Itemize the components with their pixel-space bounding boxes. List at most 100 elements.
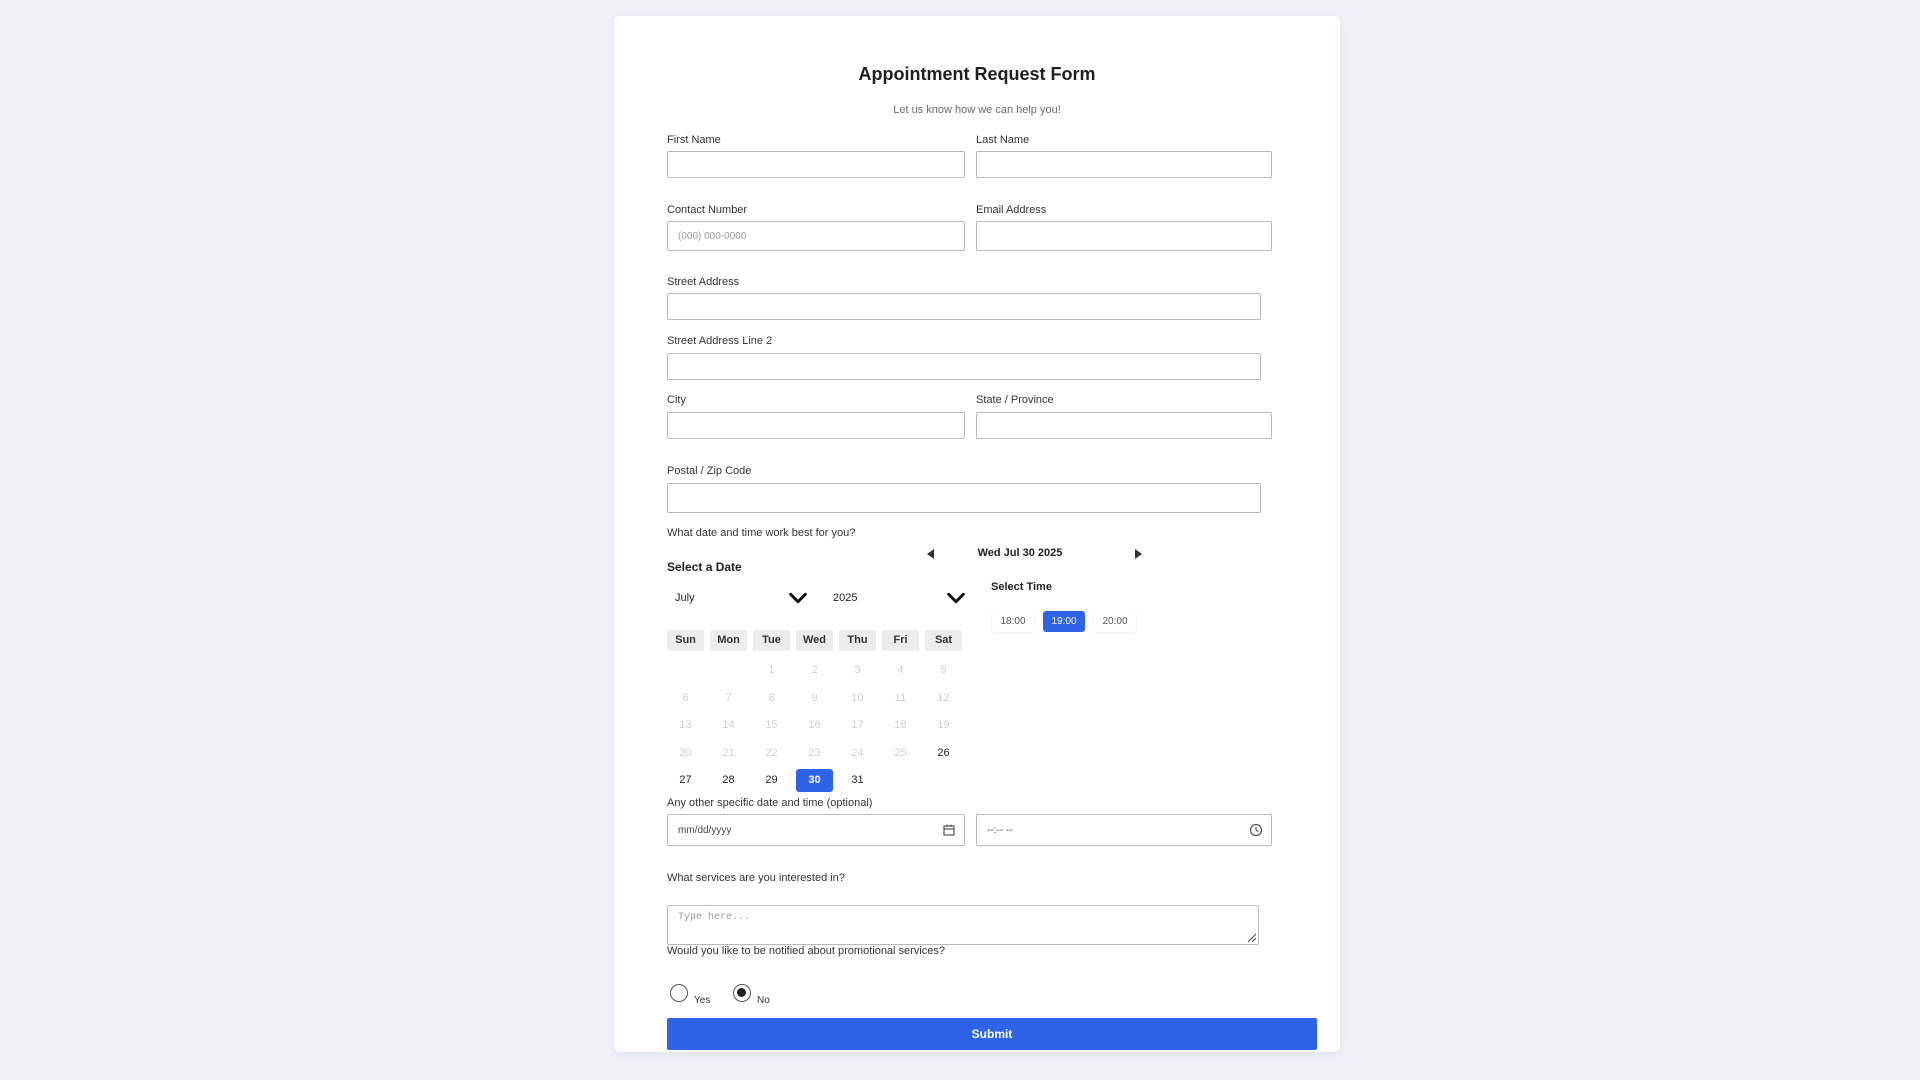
postal-code-label: Postal / Zip Code xyxy=(667,465,752,477)
state-label: State / Province xyxy=(976,394,1054,406)
calendar-day[interactable]: 31 xyxy=(839,769,876,792)
chevron-down-icon xyxy=(947,592,965,604)
radio-yes[interactable] xyxy=(670,984,688,1002)
calendar-day: 24 xyxy=(851,746,864,759)
calendar-empty-cell xyxy=(710,659,747,682)
calendar-day: 6 xyxy=(682,691,689,704)
postal-code-input[interactable] xyxy=(667,483,1261,513)
city-input[interactable] xyxy=(667,412,965,439)
calendar-day[interactable]: 28 xyxy=(710,769,747,792)
weekday-label: Sun xyxy=(667,630,704,651)
calendar-empty-cell xyxy=(667,659,704,682)
radio-yes-label: Yes xyxy=(694,995,711,1006)
time-slot[interactable]: 20:00 xyxy=(1094,611,1136,632)
year-select[interactable]: 2025 xyxy=(825,584,975,612)
time-slot-selected[interactable]: 19:00 xyxy=(1043,611,1085,632)
street-address-2-input[interactable] xyxy=(667,353,1261,380)
first-name-input[interactable] xyxy=(667,151,965,178)
month-select[interactable]: July xyxy=(667,584,817,612)
calendar-day-selected[interactable]: 30 xyxy=(796,769,833,793)
calendar-week-row: 27 28 29 30 31 xyxy=(667,767,962,795)
first-name-label: First Name xyxy=(667,134,721,146)
calendar-day: 16 xyxy=(808,719,821,732)
prev-day-arrow-icon[interactable] xyxy=(923,546,939,562)
calendar-day: 5 xyxy=(940,664,947,677)
calendar-day[interactable]: 27 xyxy=(667,769,704,792)
calendar-day: 21 xyxy=(722,746,735,759)
last-name-label: Last Name xyxy=(976,134,1030,146)
radio-no-label: No xyxy=(757,995,770,1006)
calendar-day: 18 xyxy=(894,719,907,732)
calendar-day: 22 xyxy=(765,746,778,759)
calendar-day: 1 xyxy=(768,664,775,677)
time-placeholder: --:-- -- xyxy=(987,824,1013,836)
calendar-day: 25 xyxy=(894,746,907,759)
time-picker-input[interactable]: --:-- -- xyxy=(976,814,1272,846)
calendar-week-row: 20 21 22 23 24 25 26 xyxy=(667,740,962,768)
email-label: Email Address xyxy=(976,204,1047,216)
select-time-title: Select Time xyxy=(991,581,1052,593)
state-input[interactable] xyxy=(976,412,1272,439)
chevron-down-icon xyxy=(789,592,807,604)
promo-question: Would you like to be notified about prom… xyxy=(667,945,946,957)
calendar-week-row: 1 2 3 4 5 xyxy=(667,657,962,685)
calendar-grid: 1 2 3 4 5 6 7 8 9 10 11 12 13 14 15 16 17 18 19 20 21 22 23 24 2… xyxy=(667,657,962,795)
calendar-day: 2 xyxy=(811,664,818,677)
submit-button[interactable]: Submit xyxy=(667,1018,1317,1050)
services-textarea[interactable] xyxy=(667,905,1259,945)
calendar-day: 9 xyxy=(811,691,818,704)
calendar-week-row: 13 14 15 16 17 18 19 xyxy=(667,712,962,740)
date-picker-input[interactable]: mm/dd/yyyy xyxy=(667,814,965,846)
calendar-weekday-header: Sun Mon Tue Wed Thu Fri Sat xyxy=(667,630,962,651)
resize-handle-icon[interactable] xyxy=(1247,933,1257,943)
promo-option-yes[interactable]: Yes xyxy=(670,984,710,1006)
calendar-empty-cell xyxy=(925,769,962,792)
form-subtitle: Let us know how we can help you! xyxy=(893,104,1061,116)
calendar-day: 8 xyxy=(768,691,775,704)
last-name-input[interactable] xyxy=(976,151,1272,178)
calendar-day: 15 xyxy=(765,719,778,732)
date-time-question: What date and time work best for you? xyxy=(667,527,856,539)
calendar-day: 7 xyxy=(725,691,732,704)
calendar-day[interactable]: 26 xyxy=(925,742,962,765)
street-address-input[interactable] xyxy=(667,293,1261,320)
select-date-title: Select a Date xyxy=(667,560,742,574)
calendar-day: 14 xyxy=(722,719,735,732)
radio-no[interactable] xyxy=(733,984,751,1002)
calendar-day: 13 xyxy=(679,719,692,732)
calendar-day: 4 xyxy=(897,664,904,677)
next-day-arrow-icon[interactable] xyxy=(1130,546,1146,562)
weekday-label: Tue xyxy=(753,630,790,651)
contact-number-input[interactable] xyxy=(667,221,965,251)
contact-number-label: Contact Number xyxy=(667,204,748,216)
time-slot[interactable]: 18:00 xyxy=(992,611,1034,632)
date-placeholder: mm/dd/yyyy xyxy=(678,824,732,836)
calendar-day: 23 xyxy=(808,746,821,759)
weekday-label: Mon xyxy=(710,630,747,651)
calendar-day: 17 xyxy=(851,719,864,732)
street-address-label: Street Address xyxy=(667,276,740,288)
email-input[interactable] xyxy=(976,221,1272,251)
calendar-icon[interactable] xyxy=(942,823,956,837)
services-label: What services are you interested in? xyxy=(667,872,845,884)
calendar-day: 10 xyxy=(851,691,864,704)
calendar-day: 19 xyxy=(937,719,950,732)
calendar-week-row: 6 7 8 9 10 11 12 xyxy=(667,685,962,713)
calendar-day: 20 xyxy=(679,746,692,759)
form-title: Appointment Request Form xyxy=(858,64,1096,84)
city-label: City xyxy=(667,394,686,406)
calendar-day: 11 xyxy=(894,691,907,704)
calendar-day[interactable]: 29 xyxy=(753,769,790,792)
year-value: 2025 xyxy=(833,592,858,604)
weekday-label: Wed xyxy=(796,630,833,651)
street-address-2-label: Street Address Line 2 xyxy=(667,335,773,347)
appointment-form-card: Appointment Request Form Let us know how… xyxy=(614,16,1340,1052)
selected-date-label: Wed Jul 30 2025 xyxy=(977,547,1063,559)
weekday-label: Thu xyxy=(839,630,876,651)
weekday-label: Sat xyxy=(925,630,962,651)
clock-icon[interactable] xyxy=(1249,823,1263,837)
calendar-day: 12 xyxy=(937,691,950,704)
promo-option-no[interactable]: No xyxy=(733,984,770,1006)
calendar-day: 3 xyxy=(854,664,861,677)
calendar-empty-cell xyxy=(882,769,919,792)
